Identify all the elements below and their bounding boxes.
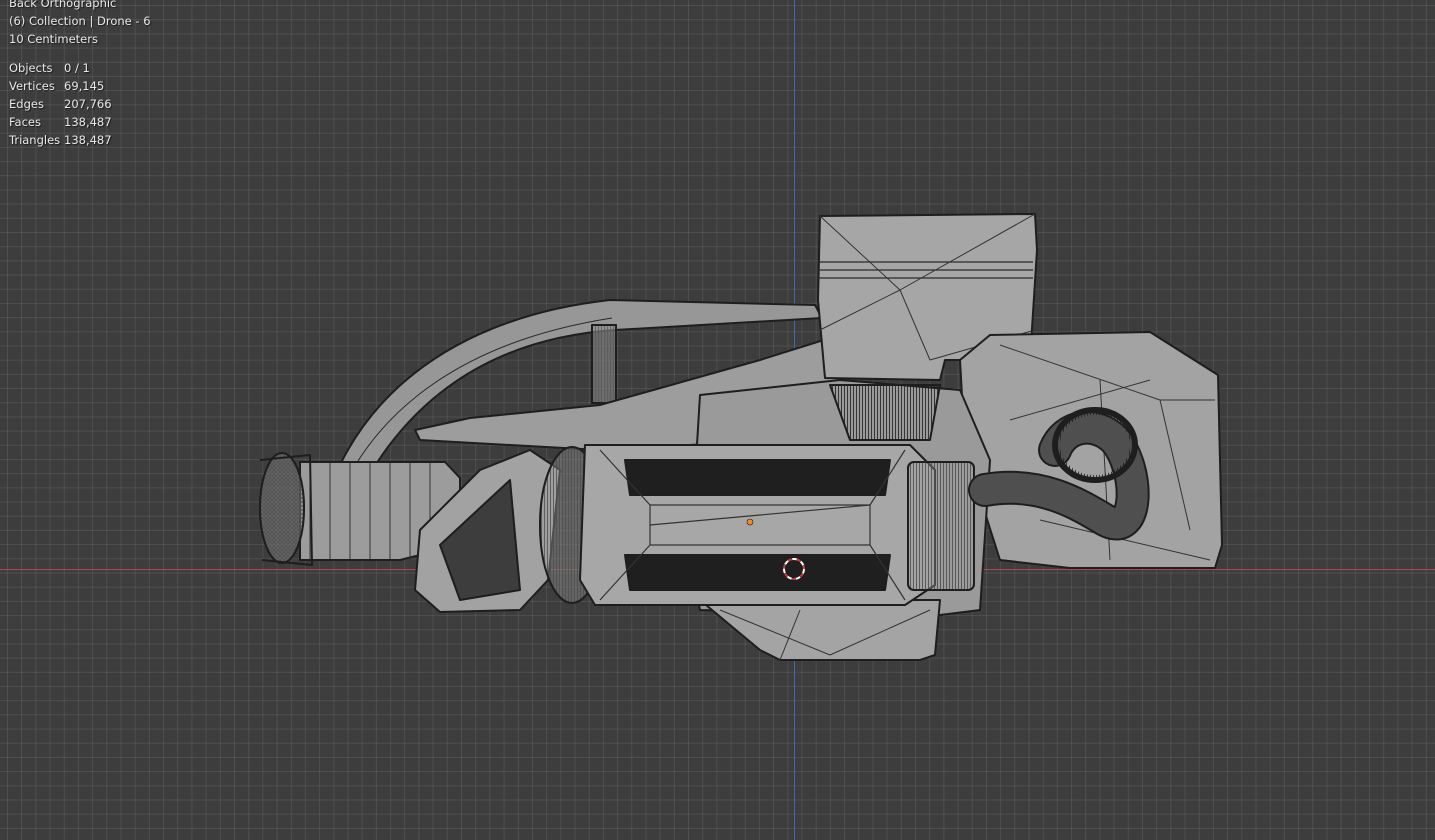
stat-value: 138,487: [64, 133, 112, 147]
scene-statistics: Objects 0 / 1 Vertices 69,145 Edges 207,…: [9, 59, 151, 149]
stat-row: Faces 138,487: [9, 113, 151, 131]
view-name: Back Orthographic: [9, 0, 117, 10]
stat-row: Vertices 69,145: [9, 77, 151, 95]
stat-row: Triangles 138,487: [9, 131, 151, 149]
stat-value: 138,487: [64, 115, 112, 129]
grid-scale: 10 Centimeters: [9, 32, 98, 46]
stat-value: 69,145: [64, 79, 105, 93]
collection-info: (6) Collection | Drone - 6: [9, 14, 151, 28]
drone-mesh-wireframe[interactable]: [0, 0, 1435, 840]
stat-row: Objects 0 / 1: [9, 59, 151, 77]
stat-label: Faces: [9, 115, 41, 129]
stat-label: Edges: [9, 97, 44, 111]
stat-label: Vertices: [9, 79, 55, 93]
stat-label: Objects: [9, 61, 53, 75]
stat-label: Triangles: [9, 133, 61, 147]
object-origin: [746, 518, 754, 526]
stat-value: 0 / 1: [64, 61, 90, 75]
stat-row: Edges 207,766: [9, 95, 151, 113]
3d-viewport[interactable]: Back Orthographic (6) Collection | Drone…: [0, 0, 1435, 840]
stat-value: 207,766: [64, 97, 112, 111]
right-housing: [959, 331, 1223, 569]
viewport-text-overlay: Back Orthographic (6) Collection | Drone…: [9, 0, 151, 149]
